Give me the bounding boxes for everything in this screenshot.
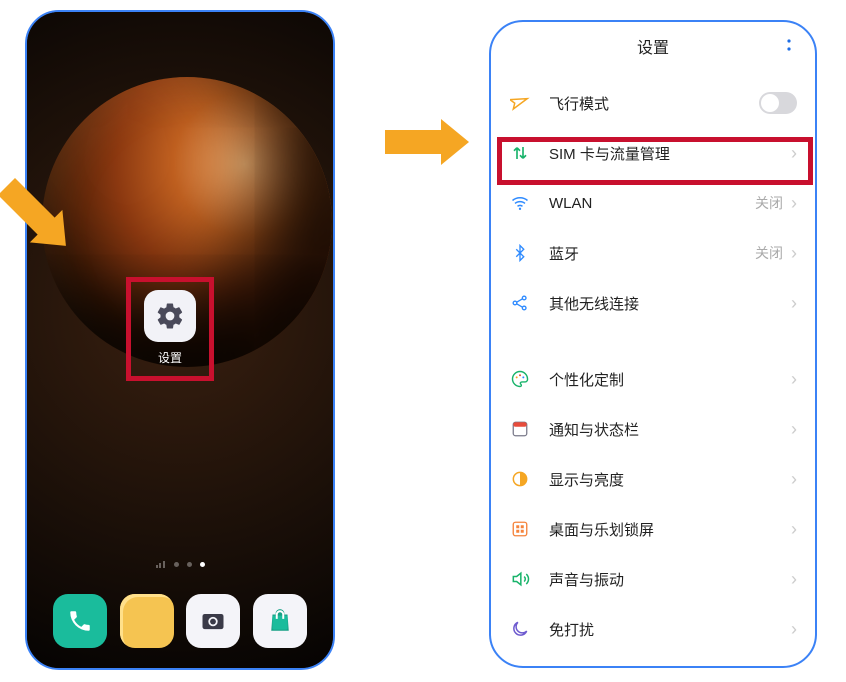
gear-icon (155, 301, 185, 331)
settings-app-label: 设置 (144, 349, 196, 366)
moon-icon (509, 618, 531, 640)
dock-phone-app[interactable] (53, 594, 107, 648)
page-dot-current (200, 562, 205, 567)
row-label: 桌面与乐划锁屏 (549, 519, 791, 540)
row-label: 蓝牙 (549, 243, 755, 264)
data-arrows-icon (509, 142, 531, 164)
row-label: SIM 卡与流量管理 (549, 143, 791, 164)
row-desktop-lockscreen[interactable]: 桌面与乐划锁屏 › (491, 504, 815, 554)
phone-homescreen: 设置 (25, 10, 335, 670)
row-airplane-mode[interactable]: 飞行模式 (491, 78, 815, 128)
row-value: 关闭 (755, 193, 783, 213)
row-sound[interactable]: 声音与振动 › (491, 554, 815, 604)
chevron-right-icon: › (791, 369, 797, 390)
settings-app-icon[interactable] (144, 290, 196, 342)
chevron-right-icon: › (791, 193, 797, 214)
row-label: 个性化定制 (549, 369, 791, 390)
airplane-icon (509, 92, 531, 114)
page-dot (187, 562, 192, 567)
dock-appstore-app[interactable] (253, 594, 307, 648)
brightness-icon (509, 468, 531, 490)
row-notifications[interactable]: 通知与状态栏 › (491, 404, 815, 454)
chevron-right-icon: › (791, 419, 797, 440)
row-wlan[interactable]: WLAN 关闭 › (491, 178, 815, 228)
chevron-right-icon: › (791, 619, 797, 640)
row-other-wireless[interactable]: 其他无线连接 › (491, 278, 815, 328)
row-personalization[interactable]: 个性化定制 › (491, 354, 815, 404)
notification-bar-icon (509, 418, 531, 440)
camera-icon (199, 607, 227, 635)
row-label: 通知与状态栏 (549, 419, 791, 440)
airplane-toggle[interactable] (759, 92, 797, 114)
row-label: 飞行模式 (549, 93, 759, 114)
row-label: WLAN (549, 195, 755, 212)
page-indicator (27, 560, 333, 568)
phone-settings-screen: 设置 飞行模式 SIM 卡与流量管理 › WLAN 关闭 › (489, 20, 817, 668)
sound-icon (509, 568, 531, 590)
row-value: 关闭 (755, 243, 783, 263)
wifi-icon (509, 192, 531, 214)
row-do-not-disturb[interactable]: 免打扰 › (491, 604, 815, 654)
row-label: 免打扰 (549, 619, 791, 640)
row-bluetooth[interactable]: 蓝牙 关闭 › (491, 228, 815, 278)
share-icon (509, 292, 531, 314)
group-separator (491, 328, 815, 354)
chevron-right-icon: › (791, 569, 797, 590)
row-label: 其他无线连接 (549, 293, 791, 314)
phone-icon (67, 608, 93, 634)
row-display[interactable]: 显示与亮度 › (491, 454, 815, 504)
dock-camera-app[interactable] (186, 594, 240, 648)
page-indicator-menu (156, 560, 166, 568)
more-icon[interactable] (781, 37, 797, 58)
shopping-bag-icon (267, 608, 293, 634)
page-title: 设置 (637, 34, 669, 58)
dock (27, 594, 333, 648)
palette-icon (509, 368, 531, 390)
chevron-right-icon: › (791, 469, 797, 490)
row-label: 声音与振动 (549, 569, 791, 590)
bluetooth-icon (509, 242, 531, 264)
settings-header: 设置 (491, 22, 815, 70)
chevron-right-icon: › (791, 293, 797, 314)
settings-list: 飞行模式 SIM 卡与流量管理 › WLAN 关闭 › 蓝牙 关闭 › (491, 70, 815, 654)
row-label: 显示与亮度 (549, 469, 791, 490)
dock-messages-app[interactable] (120, 594, 174, 648)
grid-icon (509, 518, 531, 540)
row-sim-data[interactable]: SIM 卡与流量管理 › (491, 128, 815, 178)
chevron-right-icon: › (791, 243, 797, 264)
page-dot (174, 562, 179, 567)
chevron-right-icon: › (791, 519, 797, 540)
chevron-right-icon: › (791, 143, 797, 164)
